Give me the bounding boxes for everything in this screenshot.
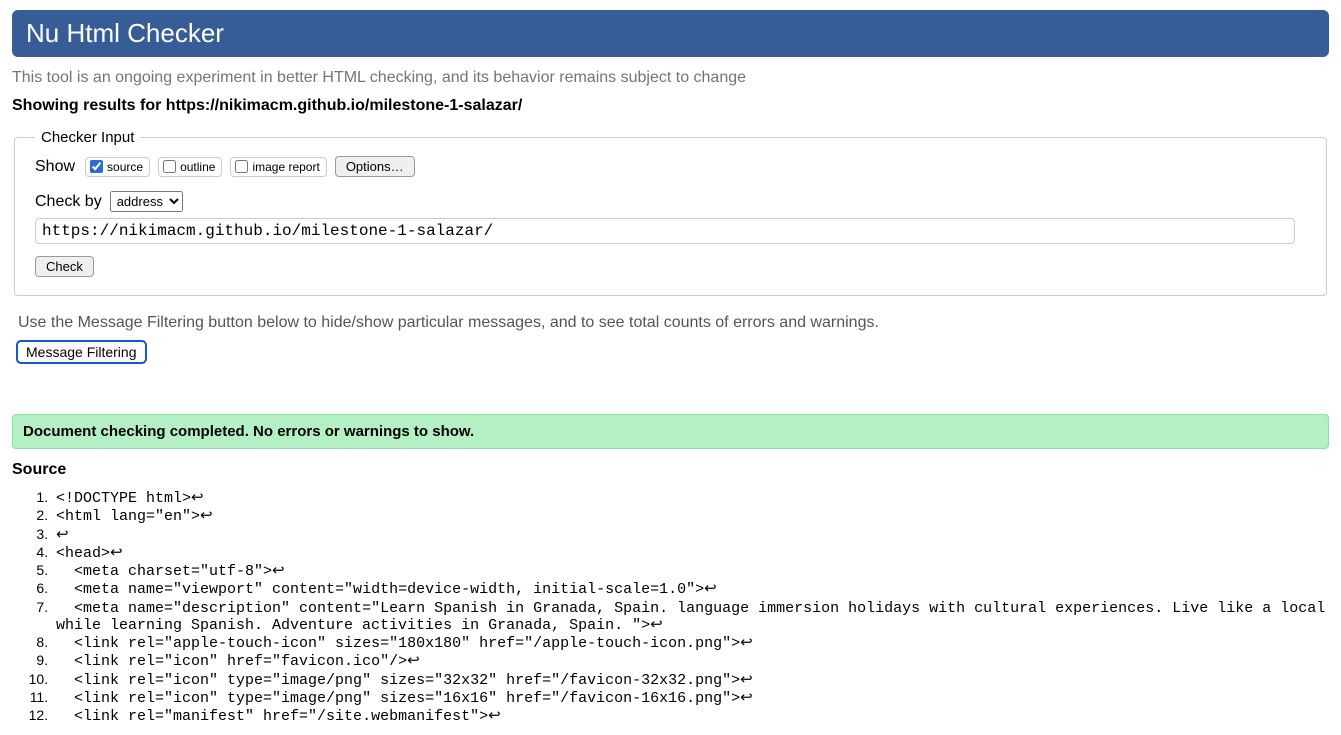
show-image-report-wrapper[interactable]: image report [230, 157, 326, 177]
show-source-label: source [107, 160, 143, 174]
check-by-row: Check by address [35, 191, 1306, 212]
show-label: Show [35, 158, 75, 176]
check-button[interactable]: Check [35, 256, 94, 277]
source-line: <!DOCTYPE html>↩ [52, 489, 1329, 507]
show-outline-label: outline [180, 160, 215, 174]
source-line: <link rel="icon" type="image/png" sizes=… [52, 671, 1329, 689]
source-line: <meta name="description" content="Learn … [52, 599, 1329, 635]
show-image-report-checkbox[interactable] [235, 160, 248, 173]
source-line: <link rel="apple-touch-icon" sizes="180x… [52, 634, 1329, 652]
success-bar: Document checking completed. No errors o… [12, 414, 1329, 449]
header-bar: Nu Html Checker [12, 10, 1329, 57]
show-outline-checkbox[interactable] [163, 160, 176, 173]
source-line: <head>↩ [52, 544, 1329, 562]
source-line: ↩ [52, 526, 1329, 544]
check-row: Check [35, 256, 1306, 277]
show-outline-wrapper[interactable]: outline [158, 157, 222, 177]
show-source-wrapper[interactable]: source [85, 157, 150, 177]
url-row [35, 218, 1306, 244]
check-by-label: Check by [35, 193, 102, 211]
options-button[interactable]: Options… [335, 156, 415, 177]
source-line: <meta name="viewport" content="width=dev… [52, 580, 1329, 598]
showing-results: Showing results for https://nikimacm.git… [12, 97, 1329, 115]
show-source-checkbox[interactable] [90, 160, 103, 173]
url-input[interactable] [35, 218, 1295, 244]
checker-input-legend: Checker Input [35, 129, 140, 146]
message-filter-hint: Use the Message Filtering button below t… [18, 314, 1329, 332]
source-heading: Source [12, 461, 1329, 479]
source-line: <link rel="icon" type="image/png" sizes=… [52, 689, 1329, 707]
intro-text: This tool is an ongoing experiment in be… [12, 69, 1329, 87]
source-line: <link rel="manifest" href="/site.webmani… [52, 707, 1329, 725]
source-line: <link rel="icon" href="favicon.ico"/>↩ [52, 652, 1329, 670]
check-by-select[interactable]: address [110, 191, 183, 212]
source-line: <html lang="en">↩ [52, 507, 1329, 525]
show-row: Show source outline image report Options… [35, 156, 1306, 177]
message-filtering-button[interactable]: Message Filtering [16, 340, 147, 364]
show-image-report-label: image report [252, 160, 319, 174]
checker-input-fieldset: Checker Input Show source outline image … [14, 129, 1327, 296]
source-listing: <!DOCTYPE html>↩<html lang="en">↩↩<head>… [42, 489, 1329, 725]
source-line: <meta charset="utf-8">↩ [52, 562, 1329, 580]
page-title: Nu Html Checker [26, 18, 1315, 49]
